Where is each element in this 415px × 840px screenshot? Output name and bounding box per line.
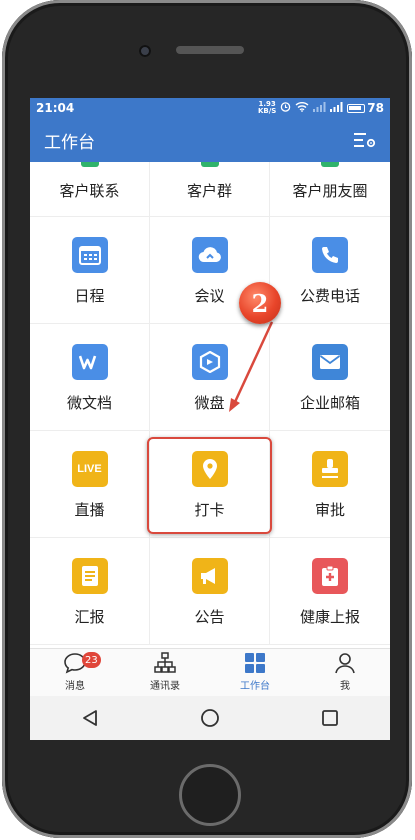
page-title: 工作台 bbox=[44, 132, 95, 153]
home-button[interactable] bbox=[179, 764, 241, 826]
wifi-icon bbox=[295, 101, 309, 115]
tab-label: 工作台 bbox=[240, 681, 270, 692]
grid-item-public-phone[interactable]: 公费电话 bbox=[270, 217, 390, 324]
grid-item-label: 客户群 bbox=[186, 182, 232, 200]
person-icon bbox=[333, 651, 357, 675]
app-bar: 工作台 bbox=[30, 118, 390, 162]
app-grid: 客户联系 客户群 客户朋友圈 日程 会议 公费电话 微文档 微盘 企业邮箱 LI… bbox=[30, 162, 390, 648]
phone-frame: 21:04 1.93 KB/S 78 工作台 客户联系 客户群 客户朋友圈 日程… bbox=[2, 0, 412, 838]
grid-item-report[interactable]: 汇报 bbox=[30, 538, 150, 645]
customer-moments-icon bbox=[321, 162, 339, 167]
alarm-icon bbox=[280, 101, 291, 115]
tab-me[interactable]: 我 bbox=[300, 649, 390, 696]
drive-icon bbox=[191, 344, 228, 380]
grid-item-label: 微文档 bbox=[66, 394, 112, 412]
phone-icon bbox=[312, 237, 348, 273]
status-icons: 1.93 KB/S 78 bbox=[257, 100, 384, 116]
customer-group-icon bbox=[201, 162, 219, 167]
earpiece-speaker bbox=[176, 46, 244, 54]
grid-item-label: 会议 bbox=[194, 287, 225, 305]
grid-item-health-report[interactable]: 健康上报 bbox=[270, 538, 390, 645]
grid-item-label: 客户朋友圈 bbox=[292, 182, 368, 200]
grid-item-approval[interactable]: 审批 bbox=[270, 431, 390, 538]
cloud-icon bbox=[191, 237, 228, 273]
front-camera bbox=[139, 45, 151, 57]
status-time: 21:04 bbox=[36, 101, 75, 115]
grid-item-label: 微盘 bbox=[194, 394, 225, 412]
calendar-icon bbox=[71, 237, 108, 273]
grid-item-label: 公告 bbox=[194, 608, 225, 626]
grid-item-live[interactable]: LIVE 直播 bbox=[30, 431, 150, 538]
w-doc-icon bbox=[71, 344, 108, 380]
tab-label: 通讯录 bbox=[150, 681, 180, 692]
step-number-badge: 2 bbox=[239, 282, 281, 324]
grid-item-customer-contact[interactable]: 客户联系 bbox=[30, 162, 150, 217]
signal-icon-1 bbox=[313, 101, 326, 115]
grid-item-label: 公费电话 bbox=[299, 287, 360, 305]
health-icon bbox=[312, 558, 348, 594]
status-bar: 21:04 1.93 KB/S 78 bbox=[30, 98, 390, 118]
stamp-icon bbox=[312, 451, 348, 487]
network-speed: 1.93 KB/S bbox=[257, 100, 277, 115]
phone-screen: 21:04 1.93 KB/S 78 工作台 客户联系 客户群 客户朋友圈 日程… bbox=[30, 98, 390, 740]
grid-item-mail[interactable]: 企业邮箱 bbox=[270, 324, 390, 431]
grid-item-label: 审批 bbox=[314, 501, 345, 519]
system-navigation-bar bbox=[30, 696, 390, 740]
grid-item-label: 企业邮箱 bbox=[299, 394, 360, 412]
report-icon bbox=[71, 558, 108, 594]
grid-item-label: 汇报 bbox=[74, 608, 105, 626]
highlight-box-checkin bbox=[147, 437, 272, 534]
battery-indicator: 78 bbox=[347, 101, 384, 115]
home-circle-icon[interactable] bbox=[198, 706, 222, 730]
org-chart-icon bbox=[153, 651, 177, 675]
grid-item-label: 直播 bbox=[74, 501, 105, 519]
grid-item-announcement[interactable]: 公告 bbox=[150, 538, 270, 645]
manage-settings-icon[interactable] bbox=[354, 131, 376, 149]
signal-icon-2 bbox=[330, 101, 343, 115]
grid-item-customer-group[interactable]: 客户群 bbox=[150, 162, 270, 217]
bottom-tab-bar: 23 消息 通讯录 工作台 我 bbox=[30, 648, 390, 696]
tab-label: 消息 bbox=[65, 681, 85, 692]
recents-square-icon[interactable] bbox=[318, 706, 342, 730]
battery-level: 78 bbox=[367, 101, 384, 115]
live-icon: LIVE bbox=[71, 451, 108, 487]
customer-contact-icon bbox=[81, 162, 99, 167]
grid-item-drive[interactable]: 微盘 bbox=[150, 324, 270, 431]
battery-icon bbox=[347, 103, 366, 113]
unread-badge: 23 bbox=[82, 652, 101, 668]
back-triangle-icon[interactable] bbox=[78, 706, 102, 730]
tab-workbench[interactable]: 工作台 bbox=[210, 649, 300, 696]
tab-label: 我 bbox=[340, 681, 350, 692]
grid-item-label: 客户联系 bbox=[59, 182, 120, 200]
tab-messages[interactable]: 23 消息 bbox=[30, 649, 120, 696]
grid-item-label: 健康上报 bbox=[299, 608, 360, 626]
grid-icon bbox=[243, 651, 267, 675]
tab-contacts[interactable]: 通讯录 bbox=[120, 649, 210, 696]
mail-icon bbox=[312, 344, 348, 380]
grid-item-schedule[interactable]: 日程 bbox=[30, 217, 150, 324]
grid-item-customer-moments[interactable]: 客户朋友圈 bbox=[270, 162, 390, 217]
megaphone-icon bbox=[191, 558, 228, 594]
grid-item-docs[interactable]: 微文档 bbox=[30, 324, 150, 431]
grid-item-label: 日程 bbox=[74, 287, 105, 305]
